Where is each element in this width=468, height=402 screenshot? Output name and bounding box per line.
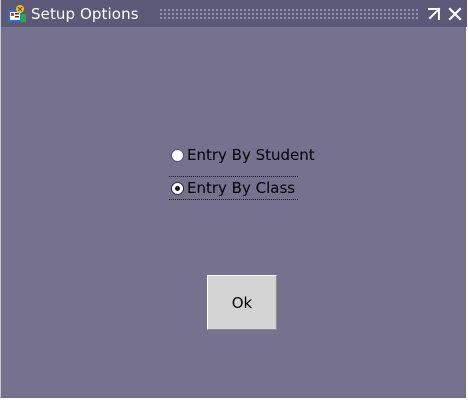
- close-button[interactable]: [446, 5, 464, 23]
- radio-checked-icon[interactable]: [171, 181, 184, 195]
- window-title: Setup Options: [31, 4, 139, 23]
- title-bar[interactable]: Setup Options: [1, 0, 467, 27]
- title-bar-texture: [159, 8, 419, 20]
- maximize-button[interactable]: [425, 5, 443, 23]
- close-icon: [448, 7, 462, 21]
- dialog-content: Entry By Student Entry By Class Ok: [1, 27, 465, 397]
- ok-button[interactable]: Ok: [207, 275, 277, 330]
- radio-label-entry-by-student: Entry By Student: [187, 146, 315, 164]
- maximize-icon: [428, 7, 441, 20]
- setup-options-window: Setup Options Entry By Student Entry By …: [0, 0, 467, 398]
- radio-entry-by-class[interactable]: Entry By Class: [169, 176, 299, 200]
- radio-unchecked-icon[interactable]: [171, 148, 184, 162]
- radio-entry-by-student[interactable]: Entry By Student: [169, 144, 317, 166]
- radio-label-entry-by-class: Entry By Class: [187, 179, 296, 197]
- app-icon: [8, 4, 26, 22]
